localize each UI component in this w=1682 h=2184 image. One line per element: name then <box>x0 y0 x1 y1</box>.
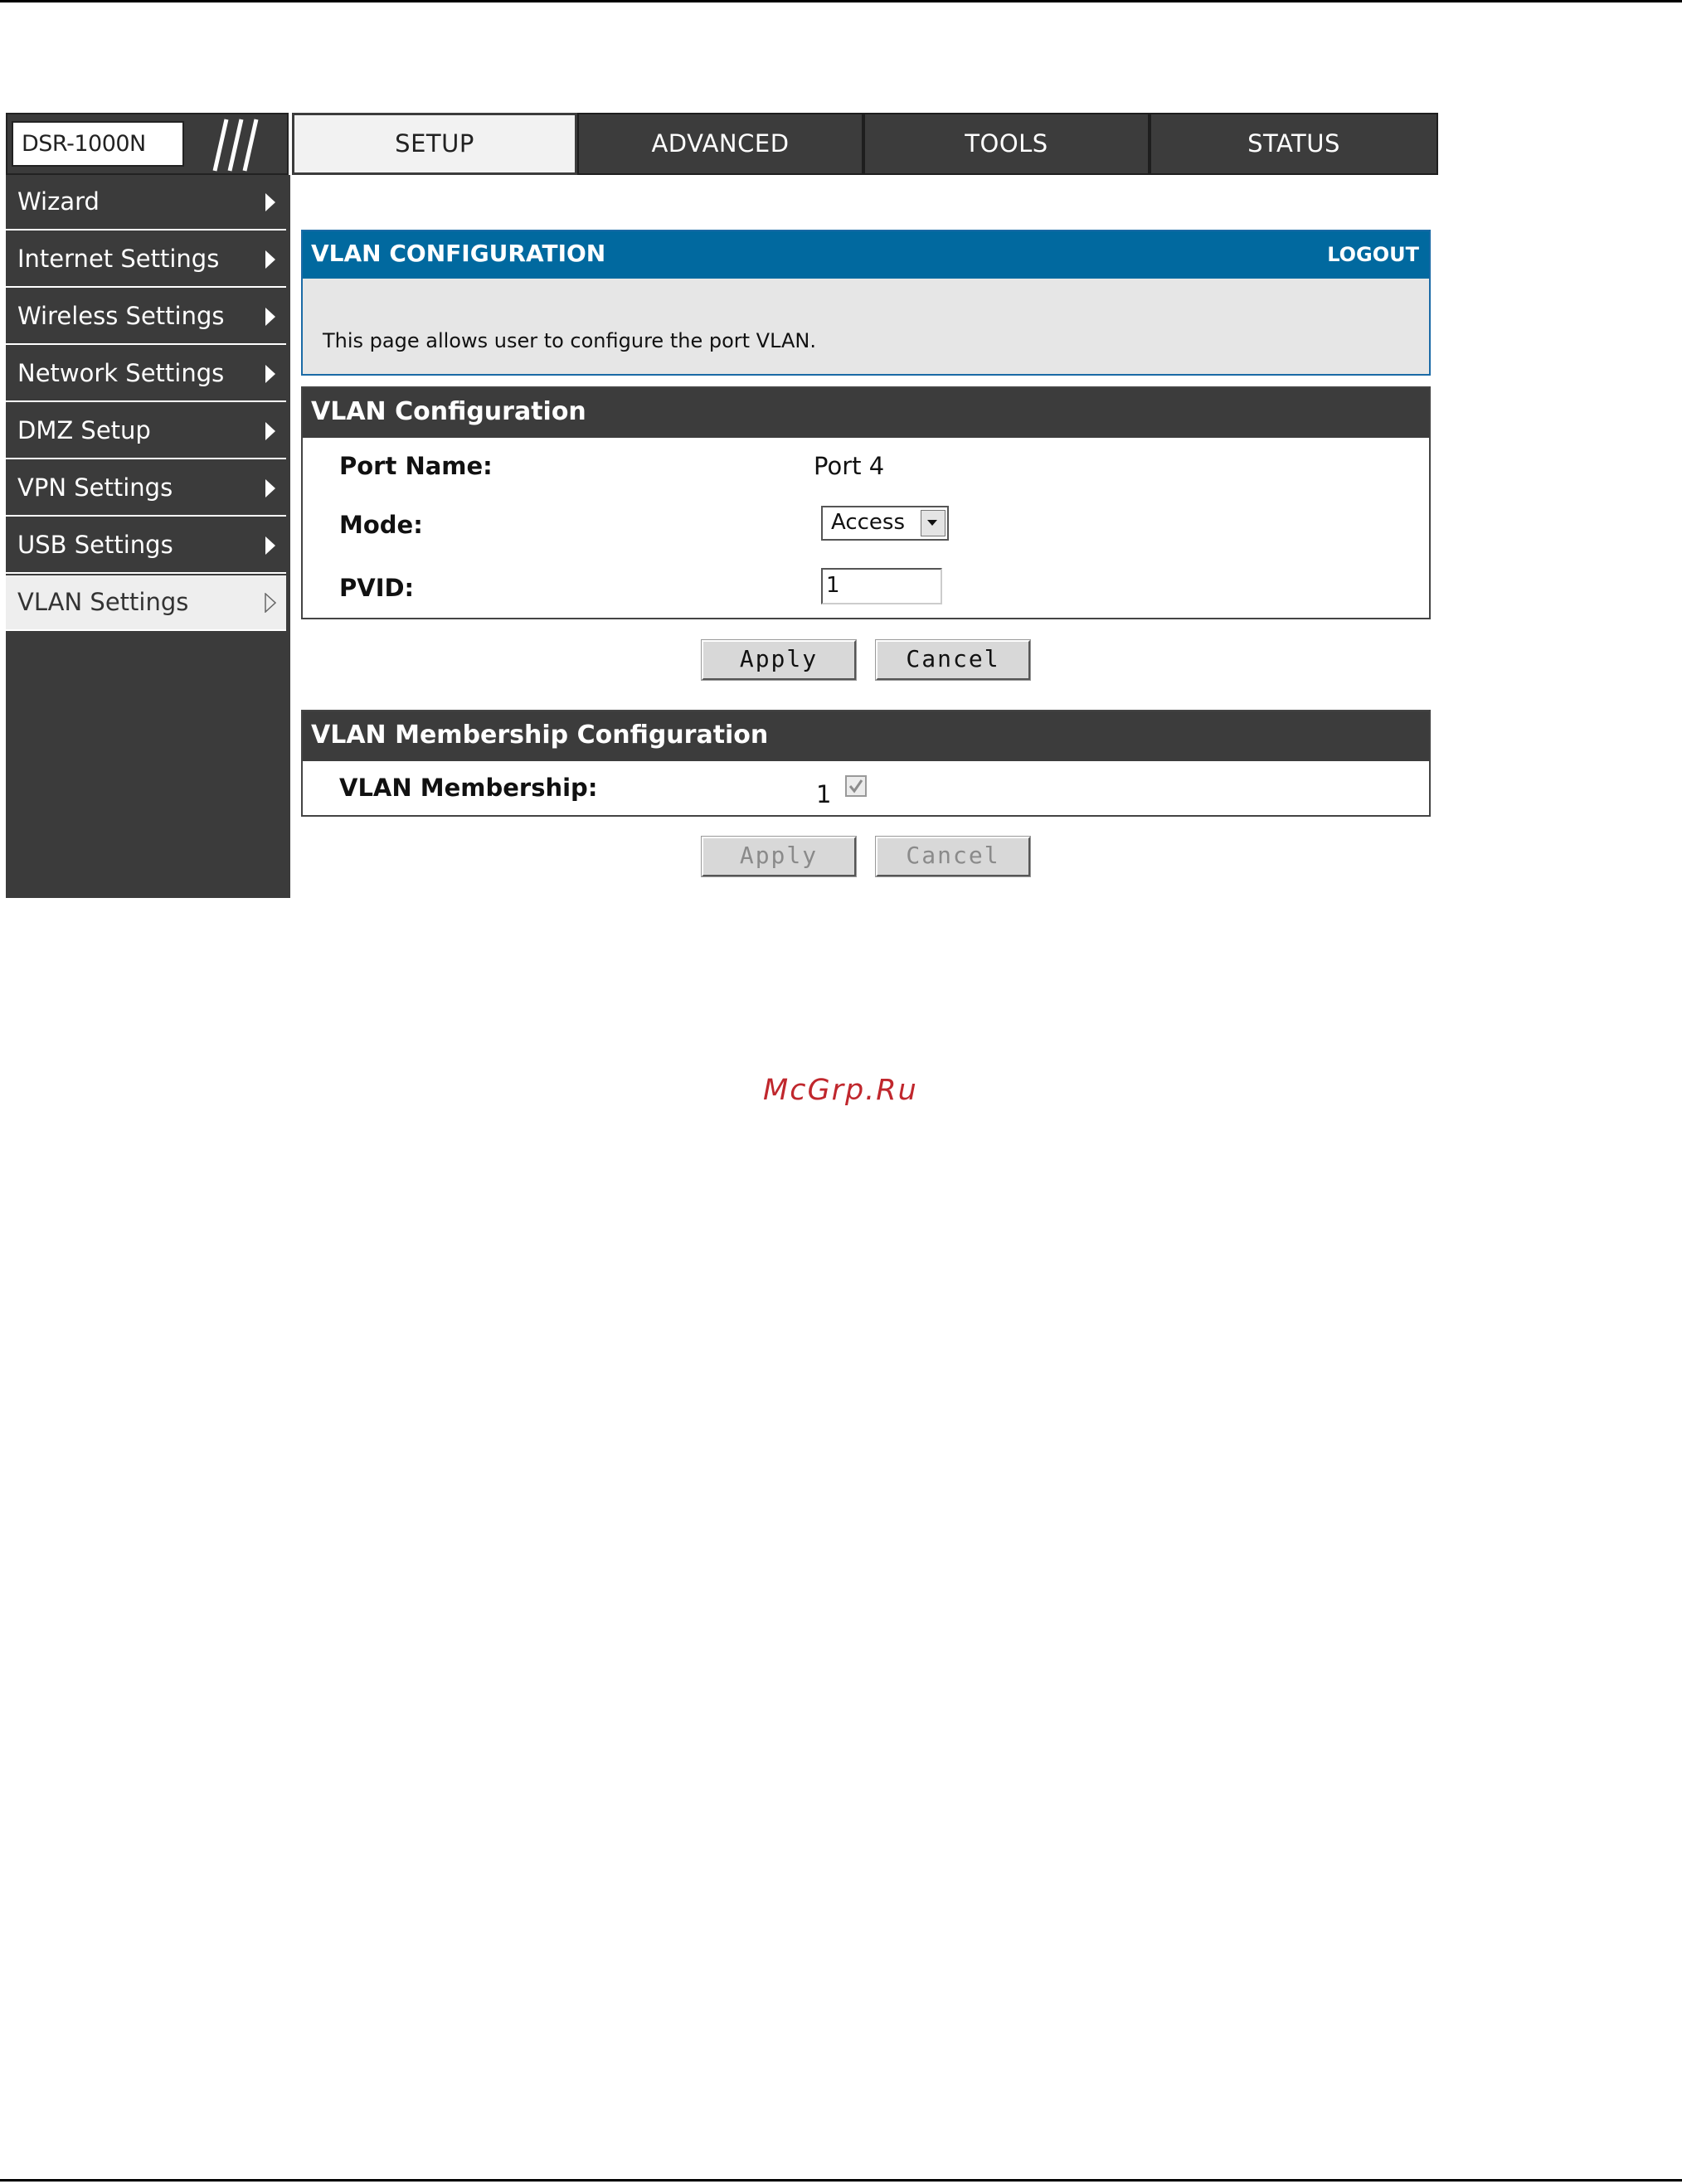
port-name-value: Port 4 <box>814 452 885 480</box>
sidebar-item-label: Wizard <box>17 187 100 216</box>
sidebar-item-wireless-settings[interactable]: Wireless Settings <box>6 289 286 345</box>
vlan-membership-checkbox[interactable] <box>845 775 867 797</box>
membership-cancel-button[interactable]: Cancel <box>875 836 1031 877</box>
watermark: McGrp.Ru <box>763 1074 918 1107</box>
sidebar-item-vlan-settings[interactable]: VLAN Settings <box>6 575 286 631</box>
tab-status[interactable]: STATUS <box>1150 113 1438 175</box>
section-title: VLAN Membership Configuration <box>303 711 1429 761</box>
arrow-right-icon <box>265 308 275 326</box>
arrow-right-icon <box>265 193 275 211</box>
brand-slashes-icon <box>212 119 259 172</box>
page-description: This page allows user to configure the p… <box>323 329 816 352</box>
logout-link[interactable]: LOGOUT <box>1327 243 1419 266</box>
brand-area: DSR-1000N <box>6 113 289 175</box>
arrow-right-icon <box>265 365 275 383</box>
vlan-config-section: VLAN Configuration Port Name: Port 4 Mod… <box>301 386 1431 619</box>
tab-advanced[interactable]: ADVANCED <box>577 113 863 175</box>
tab-setup[interactable]: SETUP <box>292 113 577 175</box>
vlan-membership-label: VLAN Membership: <box>339 774 598 802</box>
sidebar-item-label: Internet Settings <box>17 245 220 273</box>
tab-tools[interactable]: TOOLS <box>863 113 1150 175</box>
port-name-label: Port Name: <box>339 452 493 480</box>
bottom-rule <box>0 2179 1682 2182</box>
arrow-right-icon <box>265 422 275 440</box>
mode-select[interactable]: Access <box>821 506 949 541</box>
cancel-button[interactable]: Cancel <box>875 639 1031 681</box>
mode-selected-value: Access <box>831 510 906 535</box>
sidebar-item-label: DMZ Setup <box>17 416 151 444</box>
sidebar-item-dmz-setup[interactable]: DMZ Setup <box>6 404 286 459</box>
section-title: VLAN Configuration <box>303 388 1429 438</box>
vlan-membership-section: VLAN Membership Configuration VLAN Membe… <box>301 710 1431 817</box>
sidebar-item-label: Network Settings <box>17 359 225 387</box>
pvid-label: PVID: <box>339 574 415 602</box>
page-title: VLAN CONFIGURATION <box>311 240 606 267</box>
sidebar-item-usb-settings[interactable]: USB Settings <box>6 518 286 574</box>
sidebar-item-label: VLAN Settings <box>17 588 189 616</box>
top-rule <box>0 0 1682 2</box>
sidebar-item-wizard[interactable]: Wizard <box>6 175 286 231</box>
sidebar-item-label: USB Settings <box>17 531 173 559</box>
chevron-down-icon <box>927 520 937 526</box>
sidebar-item-label: Wireless Settings <box>17 302 225 330</box>
checkmark-icon <box>848 779 863 794</box>
pvid-input[interactable]: 1 <box>821 568 942 604</box>
sidebar-item-network-settings[interactable]: Network Settings <box>6 347 286 402</box>
dropdown-button[interactable] <box>921 510 946 536</box>
sidebar-item-internet-settings[interactable]: Internet Settings <box>6 232 286 288</box>
arrow-right-icon <box>265 250 275 269</box>
sidebar: Wizard Internet Settings Wireless Settin… <box>6 175 290 898</box>
top-nav: DSR-1000N SETUP ADVANCED TOOLS STATUS <box>6 113 1438 175</box>
sidebar-item-label: VPN Settings <box>17 473 173 502</box>
arrow-right-icon <box>265 479 275 497</box>
apply-button[interactable]: Apply <box>701 639 857 681</box>
sidebar-item-vpn-settings[interactable]: VPN Settings <box>6 461 286 517</box>
banner-header: VLAN CONFIGURATION LOGOUT <box>303 231 1429 279</box>
arrow-right-outline-icon <box>265 593 276 613</box>
page-banner: VLAN CONFIGURATION LOGOUT This page allo… <box>301 230 1431 376</box>
vlan-id-value: 1 <box>816 780 832 808</box>
membership-apply-button[interactable]: Apply <box>701 836 857 877</box>
mode-label: Mode: <box>339 511 423 539</box>
model-label: DSR-1000N <box>12 121 184 167</box>
arrow-right-icon <box>265 536 275 555</box>
